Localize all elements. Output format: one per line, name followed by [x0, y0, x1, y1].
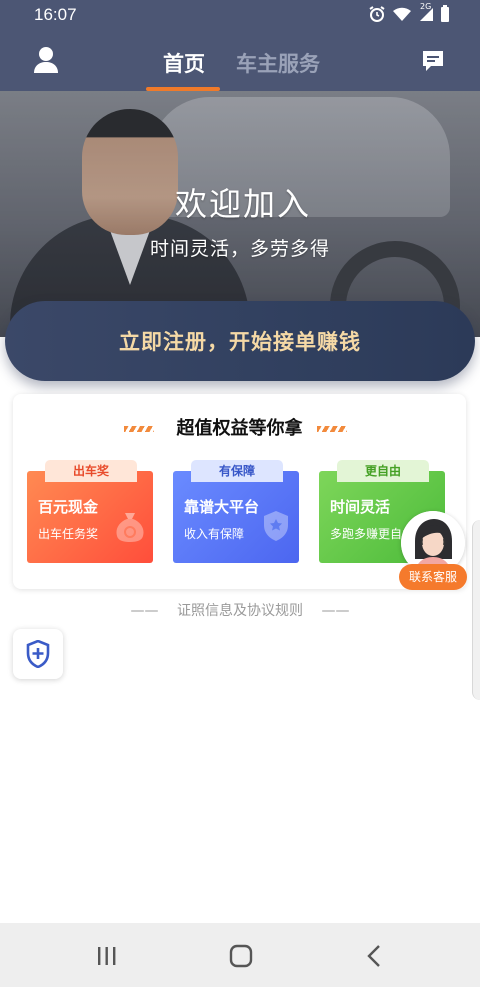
benefit-name: 百元现金 [38, 498, 99, 516]
status-icons: 2G [368, 2, 450, 27]
status-bar: 16:07 2G [0, 0, 480, 31]
back-icon [367, 945, 380, 967]
customer-service-button[interactable]: 联系客服 [399, 511, 467, 591]
status-time: 16:07 [34, 5, 77, 24]
hero-title: 欢迎加入 [174, 185, 311, 223]
benefit-desc: 出车任务奖 [38, 527, 99, 541]
network-type: 2G [420, 2, 432, 11]
register-button-label: 立即注册，开始接单赚钱 [119, 330, 361, 354]
license-info-link[interactable]: —— 证照信息及协议规则 —— [0, 600, 480, 620]
home-button[interactable] [226, 941, 256, 971]
alarm-icon [368, 5, 386, 27]
user-profile-button[interactable] [31, 45, 61, 75]
benefits-title: 超值权益等你拿 [176, 418, 303, 439]
benefit-name: 靠谱大平台 [184, 498, 260, 516]
tab-home[interactable]: 首页 [163, 48, 205, 78]
wifi-icon [392, 6, 412, 26]
signal-icon: 2G [418, 2, 434, 26]
benefit-body: 靠谱大平台 收入有保障 [173, 471, 299, 563]
recent-apps-icon [98, 947, 116, 965]
edge-panel-handle[interactable] [472, 520, 480, 700]
message-icon [423, 51, 443, 71]
home-icon [229, 944, 253, 968]
user-profile-icon [34, 47, 58, 73]
benefit-tag: 有保障 [191, 460, 283, 482]
benefit-desc: 收入有保障 [184, 527, 245, 541]
benefit-card-cash[interactable]: 百元现金 出车任务奖 出车奖 [27, 460, 153, 563]
benefit-body: 百元现金 出车任务奖 [27, 471, 153, 563]
system-nav-bar [0, 923, 480, 987]
top-header: 首页 车主服务 [0, 31, 480, 91]
dash-right: —— [321, 603, 350, 619]
security-button[interactable] [13, 629, 63, 679]
license-info-label: 证照信息及协议规则 [177, 603, 303, 619]
title-decoration-right [317, 426, 347, 432]
register-button[interactable]: 立即注册，开始接单赚钱 [5, 301, 475, 381]
shield-star-icon [264, 511, 288, 541]
battery-icon [440, 5, 450, 27]
hero-subtitle: 时间灵活，多劳多得 [149, 238, 330, 260]
dash-left: —— [130, 603, 159, 619]
title-decoration-left [124, 426, 154, 432]
back-button[interactable] [360, 941, 390, 971]
shield-plus-icon [26, 640, 50, 668]
benefits-title-row: 超值权益等你拿 [13, 414, 466, 440]
recent-apps-button[interactable] [92, 941, 122, 971]
tab-owner-services[interactable]: 车主服务 [236, 48, 320, 78]
money-bag-icon [116, 513, 144, 542]
customer-service-label: 联系客服 [399, 564, 467, 590]
benefit-card-platform[interactable]: 靠谱大平台 收入有保障 有保障 [173, 460, 299, 563]
benefit-tag: 更自由 [337, 460, 429, 482]
benefit-tag: 出车奖 [45, 460, 137, 482]
benefit-name: 时间灵活 [330, 498, 391, 516]
message-button[interactable] [420, 48, 446, 74]
